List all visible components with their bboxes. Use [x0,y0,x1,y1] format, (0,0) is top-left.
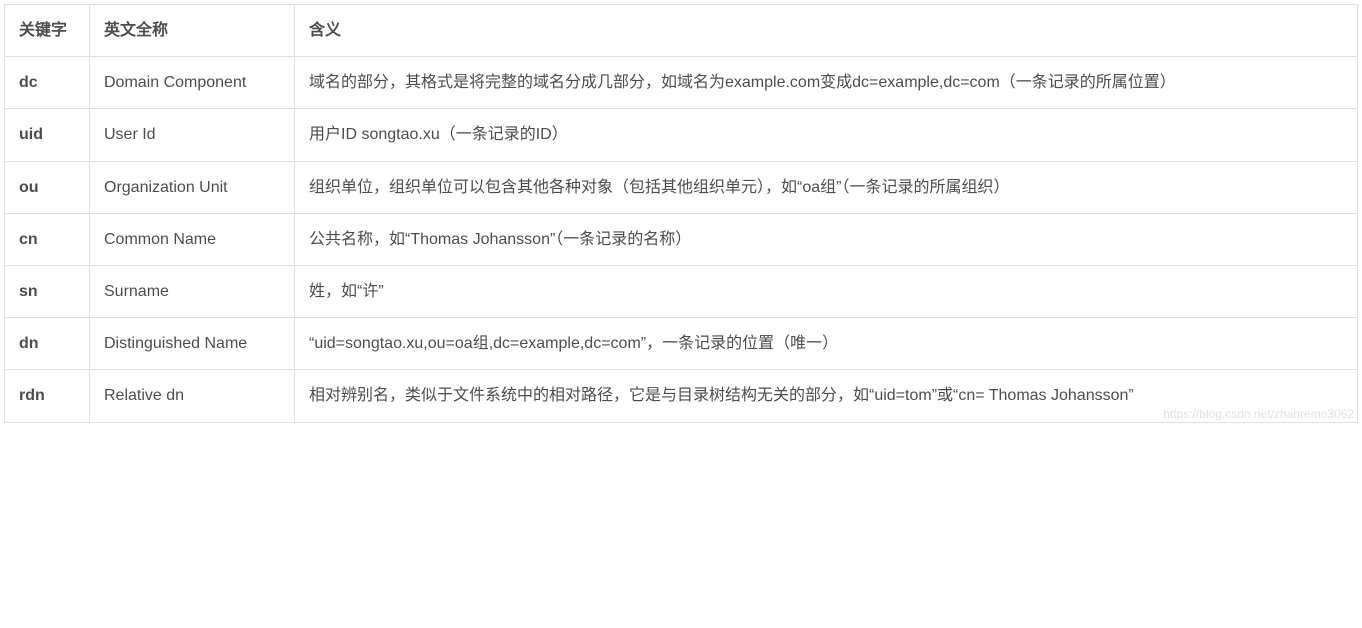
cell-keyword: rdn [5,370,90,422]
cell-meaning: 组织单位，组织单位可以包含其他各种对象（包括其他组织单元），如“oa组”（一条记… [295,161,1358,213]
cell-keyword: ou [5,161,90,213]
table-row: cn Common Name 公共名称，如“Thomas Johansson”（… [5,213,1358,265]
cell-english: User Id [90,109,295,161]
table-header-row: 关键字 英文全称 含义 [5,5,1358,57]
cell-english: Domain Component [90,57,295,109]
cell-english: Surname [90,265,295,317]
cell-keyword: dc [5,57,90,109]
cell-keyword: sn [5,265,90,317]
cell-english: Distinguished Name [90,318,295,370]
table-row: ou Organization Unit 组织单位，组织单位可以包含其他各种对象… [5,161,1358,213]
cell-meaning: 姓，如“许” [295,265,1358,317]
table-row: dn Distinguished Name “uid=songtao.xu,ou… [5,318,1358,370]
table-row: dc Domain Component 域名的部分，其格式是将完整的域名分成几部… [5,57,1358,109]
header-meaning: 含义 [295,5,1358,57]
ldap-keywords-table: 关键字 英文全称 含义 dc Domain Component 域名的部分，其格… [4,4,1358,423]
cell-meaning: 公共名称，如“Thomas Johansson”（一条记录的名称） [295,213,1358,265]
cell-english: Relative dn [90,370,295,422]
cell-english: Common Name [90,213,295,265]
cell-meaning: “uid=songtao.xu,ou=oa组,dc=example,dc=com… [295,318,1358,370]
cell-meaning: 相对辨别名，类似于文件系统中的相对路径，它是与目录树结构无关的部分，如“uid=… [295,370,1358,422]
cell-meaning: 域名的部分，其格式是将完整的域名分成几部分，如域名为example.com变成d… [295,57,1358,109]
table-row: uid User Id 用户ID songtao.xu（一条记录的ID） [5,109,1358,161]
table-row: rdn Relative dn 相对辨别名，类似于文件系统中的相对路径，它是与目… [5,370,1358,422]
cell-keyword: dn [5,318,90,370]
cell-meaning: 用户ID songtao.xu（一条记录的ID） [295,109,1358,161]
cell-keyword: cn [5,213,90,265]
table-row: sn Surname 姓，如“许” [5,265,1358,317]
header-keyword: 关键字 [5,5,90,57]
header-english: 英文全称 [90,5,295,57]
cell-keyword: uid [5,109,90,161]
cell-english: Organization Unit [90,161,295,213]
